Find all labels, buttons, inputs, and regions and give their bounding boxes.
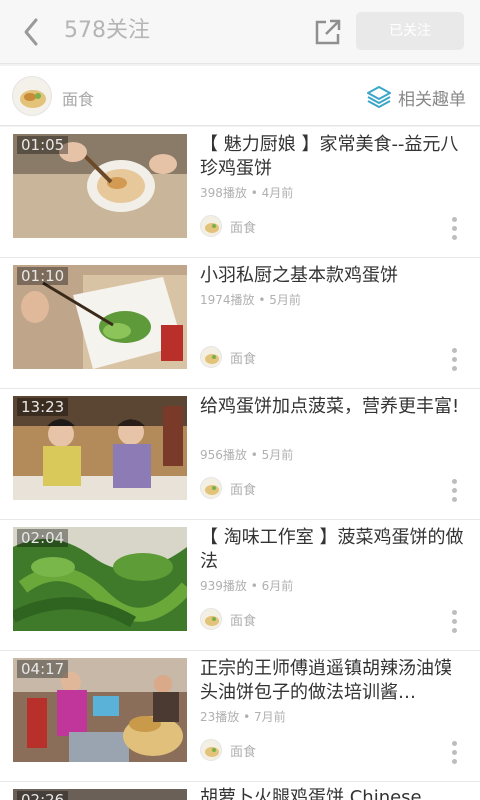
- channel-avatar: [200, 346, 222, 368]
- video-title[interactable]: 【 魅力厨娘 】家常美食--益元八珍鸡蛋饼: [200, 133, 468, 181]
- related-lists-label: 相关趣单: [398, 89, 466, 110]
- video-duration: 01:05: [17, 136, 69, 154]
- channel-avatar: [200, 739, 222, 761]
- channel-label: 面食: [230, 351, 257, 367]
- video-meta: 398播放 • 4月前: [200, 186, 294, 200]
- video-title[interactable]: 【 淘味工作室 】菠菜鸡蛋饼的做法: [200, 526, 468, 574]
- video-channel[interactable]: 面食: [200, 739, 256, 761]
- video-title[interactable]: 给鸡蛋饼加点菠菜，营养更丰富!: [200, 395, 468, 419]
- video-item[interactable]: 02:04 【 淘味工作室 】菠菜鸡蛋饼的做法 939播放 • 6月前 面食: [0, 520, 480, 651]
- channel-label: 面食: [230, 744, 257, 760]
- video-duration: 02:04: [17, 529, 69, 547]
- layers-icon: [367, 86, 391, 108]
- back-icon[interactable]: [14, 14, 50, 50]
- video-item[interactable]: 01:10 小羽私厨之基本款鸡蛋饼 1974播放 • 5月前 面食: [0, 258, 480, 389]
- more-options-icon[interactable]: [452, 348, 458, 371]
- video-thumbnail[interactable]: 02:04: [13, 527, 187, 631]
- video-title[interactable]: 小羽私厨之基本款鸡蛋饼: [200, 264, 468, 288]
- video-item[interactable]: 02:26 胡萝卜火腿鸡蛋饼 Chinese: [0, 782, 480, 800]
- category-label[interactable]: 面食: [62, 86, 94, 110]
- category-header: 面食 相关趣单: [0, 66, 480, 126]
- video-duration: 04:17: [17, 660, 69, 678]
- channel-avatar: [200, 215, 222, 237]
- video-duration: 02:26: [17, 791, 69, 800]
- related-lists-link[interactable]: 相关趣单: [366, 84, 466, 110]
- channel-label: 面食: [230, 482, 257, 498]
- category-avatar[interactable]: [12, 76, 52, 116]
- video-meta: 939播放 • 6月前: [200, 579, 294, 593]
- video-meta: 23播放 • 7月前: [200, 710, 286, 724]
- channel-avatar: [200, 477, 222, 499]
- video-item[interactable]: 01:05 【 魅力厨娘 】家常美食--益元八珍鸡蛋饼 398播放 • 4月前 …: [0, 127, 480, 258]
- video-title[interactable]: 正宗的王师傅逍遥镇胡辣汤油馍头油饼包子的做法培训酱…: [200, 657, 468, 705]
- share-icon[interactable]: [310, 14, 346, 50]
- video-channel[interactable]: 面食: [200, 346, 256, 368]
- video-thumbnail[interactable]: 04:17: [13, 658, 187, 762]
- video-channel[interactable]: 面食: [200, 608, 256, 630]
- video-thumbnail[interactable]: 01:10: [13, 265, 187, 369]
- video-list: 01:05 【 魅力厨娘 】家常美食--益元八珍鸡蛋饼 398播放 • 4月前 …: [0, 127, 480, 800]
- video-channel[interactable]: 面食: [200, 477, 256, 499]
- more-options-icon[interactable]: [452, 610, 458, 633]
- video-meta: 956播放 • 5月前: [200, 448, 294, 462]
- video-thumbnail[interactable]: 13:23: [13, 396, 187, 500]
- more-options-icon[interactable]: [452, 217, 458, 240]
- follow-button[interactable]: 已关注: [356, 12, 464, 50]
- channel-label: 面食: [230, 613, 257, 629]
- video-channel[interactable]: 面食: [200, 215, 256, 237]
- channel-label: 面食: [230, 220, 257, 236]
- video-item[interactable]: 13:23 给鸡蛋饼加点菠菜，营养更丰富! 956播放 • 5月前 面食: [0, 389, 480, 520]
- video-thumbnail[interactable]: 02:26: [13, 789, 187, 800]
- video-thumbnail[interactable]: 01:05: [13, 134, 187, 238]
- video-title[interactable]: 胡萝卜火腿鸡蛋饼 Chinese: [200, 786, 468, 800]
- more-options-icon[interactable]: [452, 741, 458, 764]
- video-duration: 13:23: [17, 398, 69, 416]
- channel-avatar: [200, 608, 222, 630]
- video-duration: 01:10: [17, 267, 69, 285]
- video-item[interactable]: 04:17 正宗的王师傅逍遥镇胡辣汤油馍头油饼包子的做法培训酱… 23播放 • …: [0, 651, 480, 782]
- top-bar: 578关注 已关注: [0, 0, 480, 64]
- more-options-icon[interactable]: [452, 479, 458, 502]
- page-title: 578关注: [64, 18, 150, 43]
- video-meta: 1974播放 • 5月前: [200, 293, 301, 307]
